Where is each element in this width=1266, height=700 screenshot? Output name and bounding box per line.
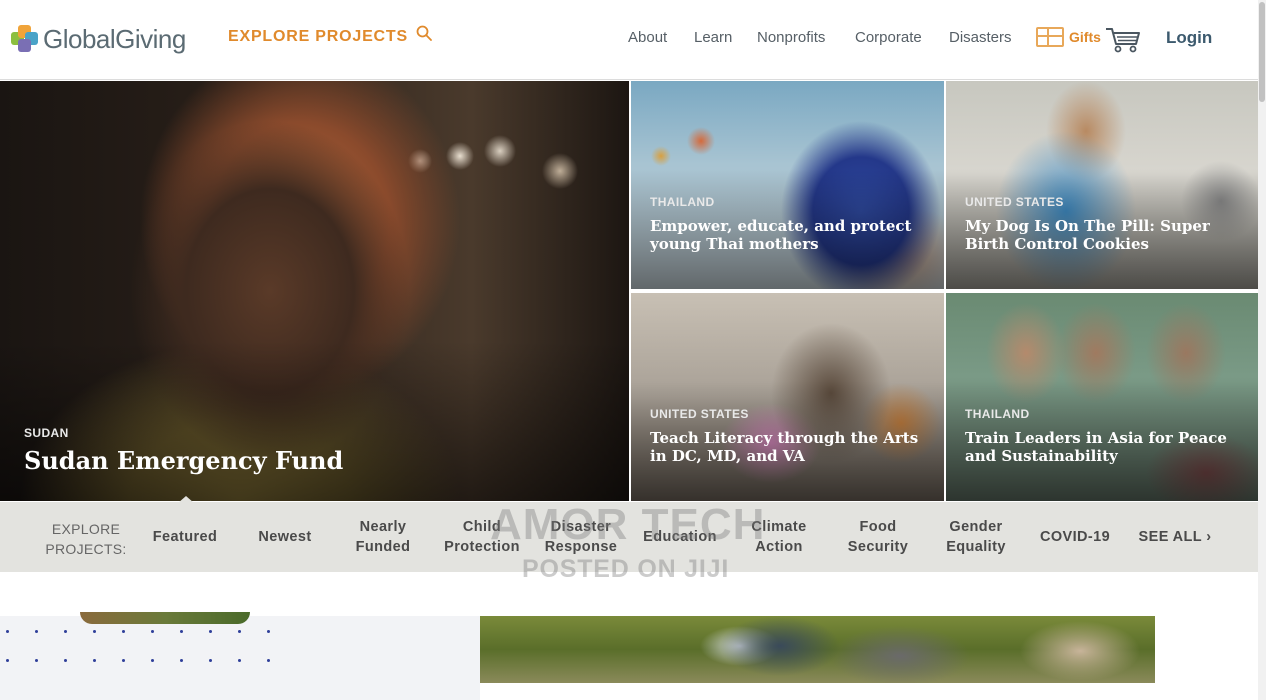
decorative-dot (6, 630, 9, 633)
decorative-dot (180, 630, 183, 633)
page-scrollbar[interactable] (1258, 0, 1266, 700)
decorative-photo-edge (80, 612, 250, 624)
watermark-line-1: AMOR TECH (490, 500, 766, 549)
cart-icon[interactable] (1104, 24, 1142, 54)
decorative-dot (93, 630, 96, 633)
project-title: Empower, educate, and protect young Thai… (650, 217, 912, 253)
nav-learn[interactable]: Learn (694, 29, 732, 46)
decorative-dot (151, 659, 154, 662)
login-link[interactable]: Login (1166, 28, 1212, 48)
hero-main-project[interactable]: SUDAN Sudan Emergency Fund (0, 81, 629, 501)
project-title: Sudan Emergency Fund (24, 446, 344, 475)
project-title: Train Leaders in Asia for Peace and Sust… (965, 429, 1227, 465)
explore-projects-caption: EXPLORE PROJECTS: (45, 521, 127, 558)
project-title: My Dog Is On The Pill: Super Birth Contr… (965, 217, 1210, 253)
decorative-dot (267, 630, 270, 633)
category-covid-19[interactable]: COVID-19 (1030, 502, 1120, 572)
scrollbar-thumb[interactable] (1259, 2, 1265, 102)
search-icon[interactable] (416, 25, 432, 41)
logo-text: GlobalGiving (43, 23, 186, 54)
decorative-dot (64, 659, 67, 662)
globalgiving-logo[interactable]: GlobalGiving (11, 24, 186, 54)
decorative-dot (64, 630, 67, 633)
site-header: GlobalGiving EXPLORE PROJECTS About Lear… (0, 0, 1258, 80)
gift-card-icon (1036, 27, 1064, 47)
project-tile[interactable]: UNITED STATES My Dog Is On The Pill: Sup… (946, 81, 1259, 289)
decorative-dot (6, 659, 9, 662)
featured-photo (480, 616, 1155, 683)
project-country: UNITED STATES (965, 195, 1064, 209)
category-gender-equality[interactable]: Gender Equality (936, 502, 1016, 572)
decorative-dot (267, 659, 270, 662)
nav-corporate[interactable]: Corporate (855, 29, 922, 46)
category-featured[interactable]: Featured (145, 502, 225, 572)
explore-projects-label: EXPLORE PROJECTS (228, 28, 408, 45)
project-country: UNITED STATES (650, 407, 749, 421)
nav-nonprofits[interactable]: Nonprofits (757, 29, 825, 46)
decorative-dot (209, 630, 212, 633)
decorative-dot (35, 630, 38, 633)
decorative-dot (238, 630, 241, 633)
decorative-dot (209, 659, 212, 662)
explore-projects-button[interactable]: EXPLORE PROJECTS (228, 25, 432, 46)
decorative-dot (151, 630, 154, 633)
decorative-dot (35, 659, 38, 662)
project-tile[interactable]: THAILAND Train Leaders in Asia for Peace… (946, 293, 1259, 501)
watermark-line-2: POSTED ON JIJI (522, 555, 730, 583)
project-country: SUDAN (24, 426, 69, 440)
decorative-dot (122, 659, 125, 662)
gifts-label: Gifts (1069, 29, 1101, 45)
project-country: THAILAND (650, 195, 715, 209)
category-food-security[interactable]: Food Security (838, 502, 918, 572)
category-see-all[interactable]: SEE ALL › (1130, 502, 1220, 572)
nav-disasters[interactable]: Disasters (949, 29, 1012, 46)
dot-pattern (6, 630, 306, 666)
decorative-dot (238, 659, 241, 662)
category-newest[interactable]: Newest (245, 502, 325, 572)
nav-about[interactable]: About (628, 29, 667, 46)
decorative-dot (180, 659, 183, 662)
project-title: Teach Literacy through the Arts in DC, M… (650, 429, 919, 465)
project-tile[interactable]: THAILAND Empower, educate, and protect y… (631, 81, 944, 289)
gifts-button[interactable]: Gifts (1036, 27, 1101, 47)
decorative-dot (93, 659, 96, 662)
logo-mark-icon (11, 25, 39, 53)
decorative-dot (122, 630, 125, 633)
category-nearly-funded[interactable]: Nearly Funded (343, 502, 423, 572)
project-tile[interactable]: UNITED STATES Teach Literacy through the… (631, 293, 944, 501)
project-country: THAILAND (965, 407, 1030, 421)
